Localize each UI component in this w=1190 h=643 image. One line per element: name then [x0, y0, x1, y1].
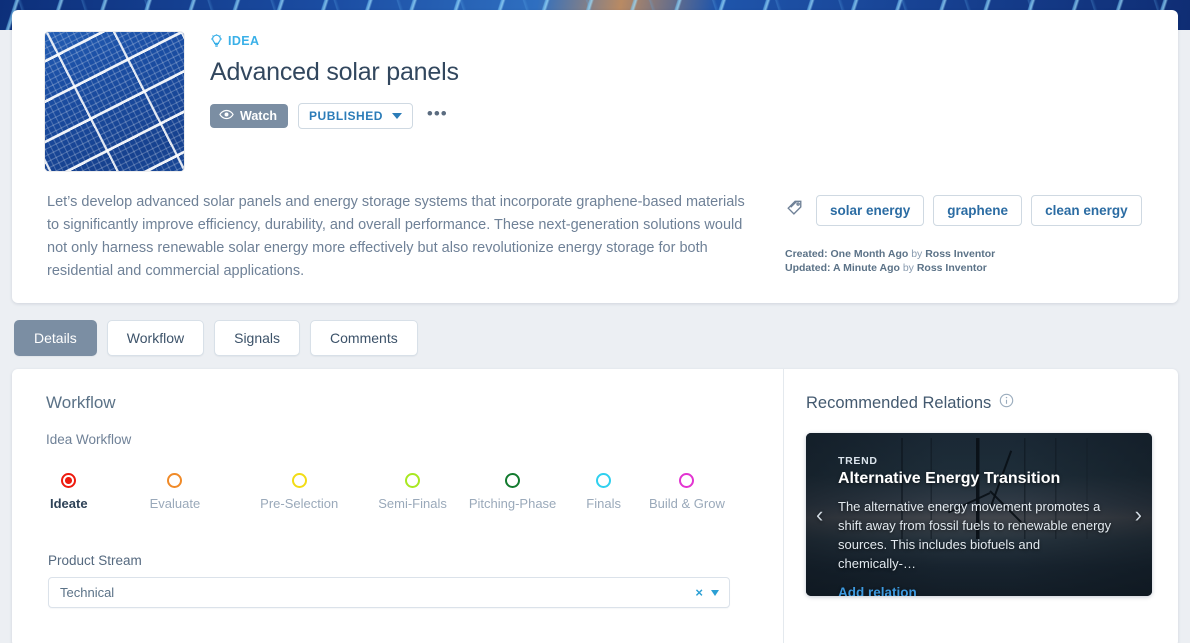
step-dot-icon	[405, 473, 421, 488]
chevron-down-icon[interactable]	[711, 589, 719, 596]
relation-description: The alternative energy movement promotes…	[838, 499, 1112, 571]
details-content-card: Workflow Idea Workflow Ideate Evaluate P…	[12, 369, 1178, 643]
idea-header-meta: IDEA Advanced solar panels Watch PUBLISH…	[184, 32, 459, 129]
workflow-step-semi-finals[interactable]: Semi-Finals	[378, 473, 447, 511]
eye-icon	[219, 109, 234, 123]
idea-kind-label: IDEA	[228, 34, 260, 48]
idea-header-top: IDEA Advanced solar panels Watch PUBLISH…	[45, 32, 1152, 171]
step-label: Build & Grow	[648, 496, 725, 511]
chevron-left-icon[interactable]: ‹	[816, 503, 823, 526]
watch-button-label: Watch	[240, 109, 278, 123]
idea-side-meta: solar energy graphene clean energy Creat…	[745, 191, 1142, 275]
tab-bar: Details Workflow Signals Comments	[12, 303, 1178, 369]
step-label: Pitching-Phase	[468, 496, 557, 511]
relation-card[interactable]: TREND Alternative Energy Transition The …	[806, 433, 1152, 596]
idea-header-bottom: Let’s develop advanced solar panels and …	[45, 191, 1152, 283]
updated-by-word: by	[902, 262, 914, 274]
updated-label: Updated: A Minute Ago	[785, 262, 900, 274]
product-stream-select[interactable]: Technical ×	[48, 577, 730, 608]
idea-thumbnail	[45, 32, 184, 171]
updated-timestamp: Updated: A Minute Ago by Ross Inventor	[785, 261, 1142, 275]
step-label: Finals	[586, 496, 621, 511]
chevron-down-icon	[391, 113, 402, 119]
product-stream-value: Technical	[60, 585, 115, 600]
step-dot-icon	[505, 473, 521, 488]
tag-chip[interactable]: graphene	[933, 195, 1023, 226]
add-relation-link[interactable]: Add relation	[838, 585, 917, 596]
relation-type-label: TREND	[838, 455, 878, 467]
step-label: Ideate	[50, 496, 88, 511]
lightbulb-icon	[210, 34, 223, 48]
workflow-step-build-and-grow[interactable]: Build & Grow	[649, 473, 725, 511]
relation-title: Alternative Energy Transition	[838, 470, 1061, 487]
step-dot-icon	[679, 473, 695, 488]
page-root: IDEA Advanced solar panels Watch PUBLISH…	[0, 0, 1190, 643]
created-timestamp: Created: One Month Ago by Ross Inventor	[785, 247, 1142, 261]
tab-comments[interactable]: Comments	[310, 320, 418, 356]
created-by-user: Ross Inventor	[925, 248, 996, 260]
timestamps: Created: One Month Ago by Ross Inventor …	[785, 247, 1142, 275]
more-options-button[interactable]: •••	[423, 105, 452, 127]
solar-panel-image	[45, 32, 184, 171]
step-dot-icon	[291, 473, 307, 488]
product-stream-field: Product Stream Technical ×	[46, 553, 763, 608]
page-title: Advanced solar panels	[210, 58, 459, 86]
tab-signals[interactable]: Signals	[214, 320, 301, 356]
created-by-word: by	[911, 248, 923, 260]
workflow-step-finals[interactable]: Finals	[586, 473, 621, 511]
workflow-step-ideate[interactable]: Ideate	[50, 473, 88, 511]
recommended-relations-pane: Recommended Relations TREND Alternative …	[783, 369, 1178, 643]
updated-by-user: Ross Inventor	[916, 262, 987, 274]
tab-workflow[interactable]: Workflow	[106, 320, 205, 356]
created-label: Created: One Month Ago	[785, 248, 909, 260]
workflow-step-pitching-phase[interactable]: Pitching-Phase	[469, 473, 556, 511]
workflow-pane: Workflow Idea Workflow Ideate Evaluate P…	[12, 369, 783, 643]
step-label: Evaluate	[149, 496, 201, 511]
relation-card-content: TREND Alternative Energy Transition The …	[806, 433, 1152, 596]
tag-chip[interactable]: solar energy	[816, 195, 925, 226]
tag-chip[interactable]: clean energy	[1031, 195, 1142, 226]
step-label: Pre-Selection	[260, 496, 339, 511]
workflow-stepper: Ideate Evaluate Pre-Selection Semi-Final…	[46, 473, 763, 511]
chevron-right-icon[interactable]: ›	[1135, 503, 1142, 526]
step-dot-icon	[167, 473, 183, 488]
tag-icon	[785, 197, 807, 224]
tag-list: solar energy graphene clean energy	[785, 195, 1142, 226]
step-dot-icon	[61, 473, 77, 488]
idea-header-card: IDEA Advanced solar panels Watch PUBLISH…	[12, 10, 1178, 303]
idea-kind-row: IDEA	[210, 34, 459, 48]
info-icon[interactable]	[999, 393, 1014, 413]
recommended-relations-header: Recommended Relations	[806, 393, 1152, 413]
tab-details[interactable]: Details	[14, 320, 97, 356]
clear-icon[interactable]: ×	[695, 585, 703, 600]
idea-description: Let’s develop advanced solar panels and …	[47, 194, 745, 279]
idea-action-row: Watch PUBLISHED •••	[210, 103, 459, 129]
workflow-subheading: Idea Workflow	[46, 432, 132, 447]
workflow-heading: Workflow	[46, 393, 116, 412]
status-badge: PUBLISHED	[309, 109, 383, 123]
step-dot-icon	[596, 473, 612, 488]
workflow-step-evaluate[interactable]: Evaluate	[149, 473, 201, 511]
recommended-relations-title: Recommended Relations	[806, 393, 992, 412]
product-stream-label: Product Stream	[48, 553, 142, 568]
status-dropdown-button[interactable]: PUBLISHED	[298, 103, 413, 129]
workflow-step-pre-selection[interactable]: Pre-Selection	[260, 473, 338, 511]
step-label: Semi-Finals	[378, 496, 447, 511]
watch-button[interactable]: Watch	[210, 104, 289, 128]
